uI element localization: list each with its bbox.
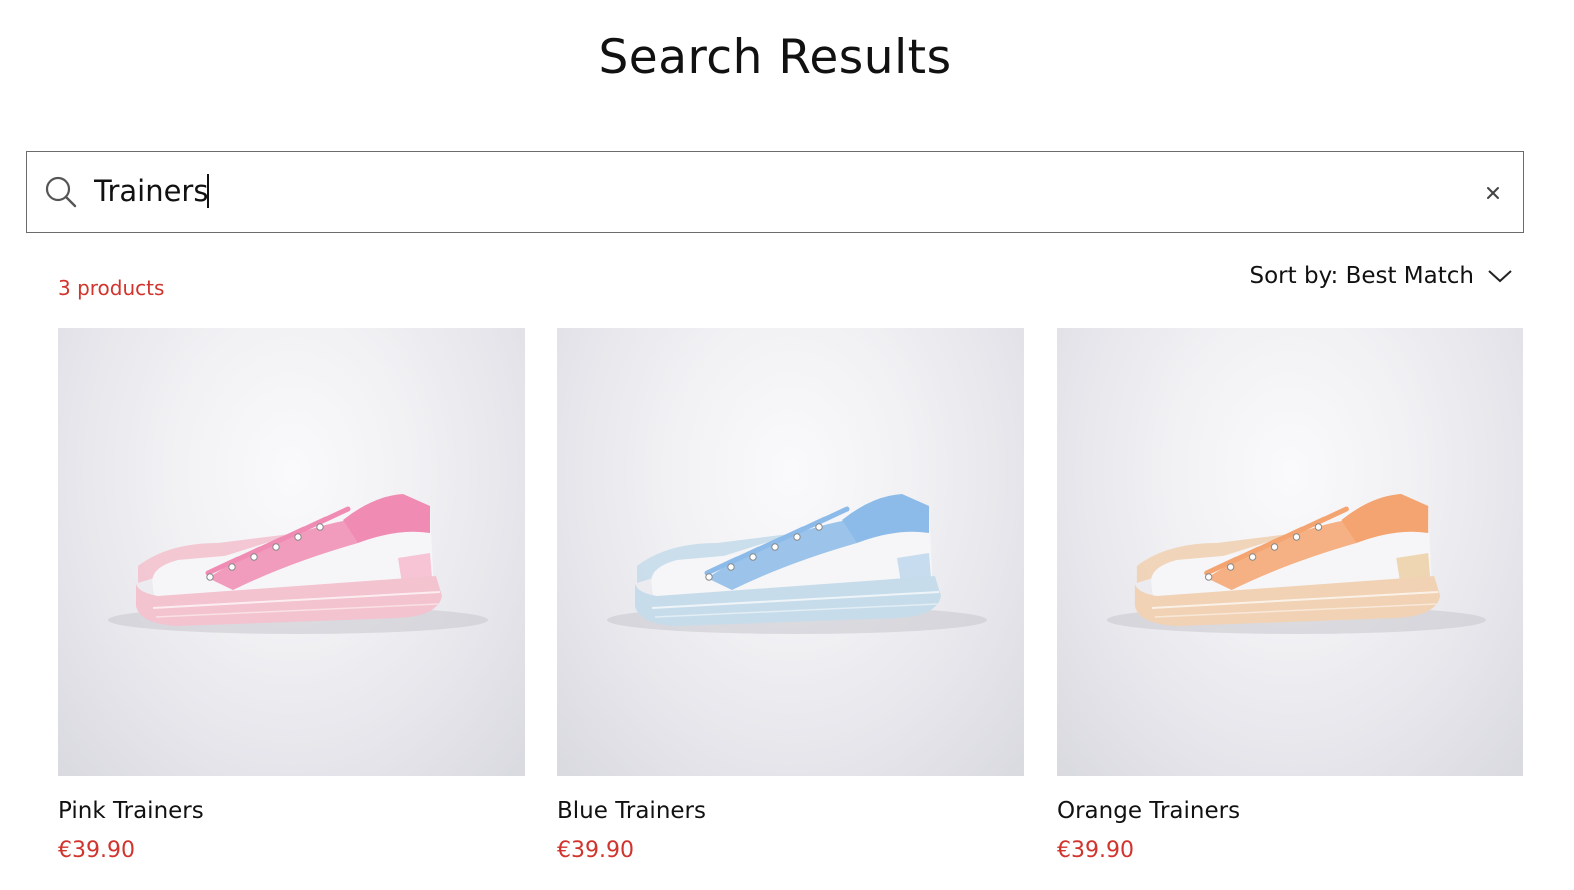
page-title: Search Results — [598, 30, 952, 85]
product-card[interactable]: Pink Trainers €39.90 — [58, 328, 525, 888]
product-card[interactable]: Blue Trainers €39.90 — [557, 328, 1024, 888]
chevron-down-icon — [1488, 270, 1512, 283]
sneaker-illustration — [1106, 494, 1487, 634]
product-price: €39.90 — [1057, 838, 1134, 863]
search-input[interactable] — [94, 170, 1454, 212]
product-name[interactable]: Orange Trainers — [1057, 798, 1240, 824]
product-card[interactable]: Orange Trainers €39.90 — [1057, 328, 1523, 888]
product-price: €39.90 — [557, 838, 634, 863]
result-count: 3 products — [58, 276, 165, 300]
clear-search-button[interactable] — [1480, 180, 1506, 206]
product-image[interactable] — [58, 328, 525, 776]
sneaker-illustration — [108, 494, 488, 634]
text-caret — [207, 174, 209, 208]
search-icon — [45, 176, 77, 208]
sort-dropdown[interactable]: Sort by: Best Match — [1250, 260, 1512, 292]
close-icon — [1487, 187, 1499, 199]
sneaker-illustration — [607, 494, 987, 634]
product-name[interactable]: Pink Trainers — [58, 798, 204, 824]
product-name[interactable]: Blue Trainers — [557, 798, 706, 824]
product-price: €39.90 — [58, 838, 135, 863]
product-image[interactable] — [1057, 328, 1523, 776]
sort-label: Sort by: Best Match — [1249, 263, 1474, 289]
product-image[interactable] — [557, 328, 1024, 776]
